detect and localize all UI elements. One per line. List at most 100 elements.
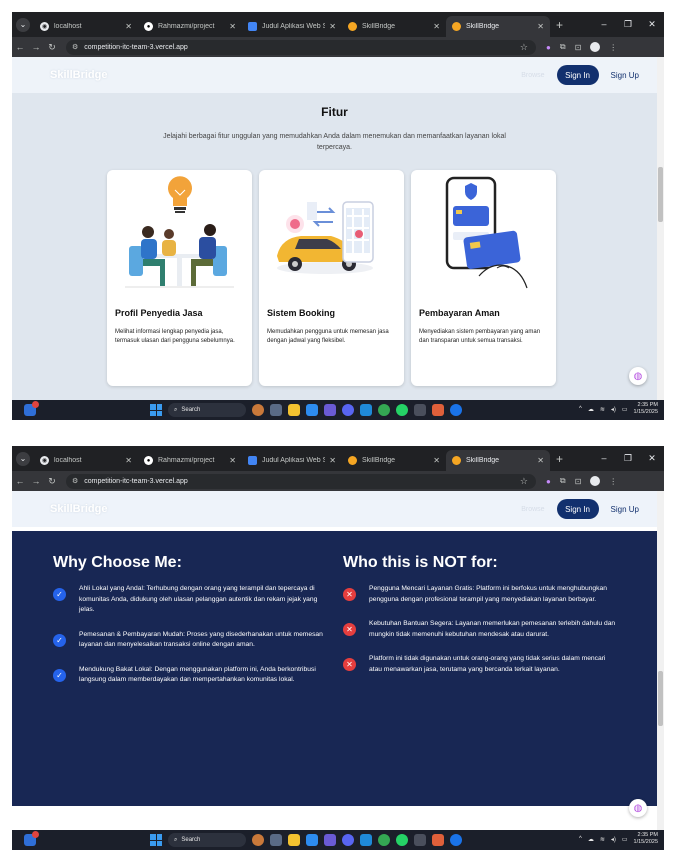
- minimize-icon[interactable]: –: [592, 19, 616, 30]
- assistant-fab[interactable]: ◍: [629, 367, 647, 385]
- sign-up-link[interactable]: Sign Up: [611, 505, 639, 514]
- close-icon[interactable]: ✕: [229, 22, 236, 31]
- browser-tab[interactable]: Judul Aplikasi Web Skill ✕: [242, 16, 342, 37]
- taskbar-clock[interactable]: 2:35 PM 1/15/2025: [634, 402, 658, 416]
- copilot-icon[interactable]: [252, 834, 264, 846]
- cloud-icon[interactable]: ☁: [588, 836, 594, 843]
- minimize-icon[interactable]: –: [592, 453, 616, 464]
- browser-tab[interactable]: ◉ localhost ✕: [34, 450, 138, 471]
- close-icon[interactable]: ✕: [329, 456, 336, 465]
- file-explorer-icon[interactable]: [288, 404, 300, 416]
- copilot-icon[interactable]: [252, 404, 264, 416]
- scrollbar-thumb[interactable]: [658, 167, 663, 222]
- new-tab-button[interactable]: +: [550, 452, 569, 466]
- taskbar-search[interactable]: ⌕ Search: [168, 833, 246, 847]
- extension-icon[interactable]: ●: [546, 477, 551, 486]
- browser-tab[interactable]: ● Rahmazmi/project ✕: [138, 450, 242, 471]
- browser-tab[interactable]: ◉ localhost ✕: [34, 16, 138, 37]
- reload-icon[interactable]: ↻: [44, 42, 60, 53]
- cast-icon[interactable]: ⊡: [575, 43, 582, 52]
- page-scrollbar[interactable]: [657, 491, 664, 830]
- url-input[interactable]: ⚙ competition-itc-team-3.vercel.app ☆: [66, 473, 536, 489]
- tab-search-button[interactable]: ⌄: [12, 446, 34, 471]
- browser-tab[interactable]: SkillBridge ✕: [342, 16, 446, 37]
- nav-link-browse[interactable]: Browse: [521, 506, 544, 513]
- teams-icon[interactable]: [324, 834, 336, 846]
- whatsapp-icon[interactable]: [396, 834, 408, 846]
- brand-logo[interactable]: SkillBridge: [50, 69, 107, 81]
- wifi-icon[interactable]: ≋: [600, 406, 605, 413]
- app-icon[interactable]: [432, 404, 444, 416]
- volume-icon[interactable]: ◂): [611, 836, 616, 843]
- extension-icon[interactable]: ●: [546, 43, 551, 52]
- reload-icon[interactable]: ↻: [44, 476, 60, 487]
- whatsapp-icon[interactable]: [396, 404, 408, 416]
- edge-icon[interactable]: [306, 834, 318, 846]
- close-icon[interactable]: ✕: [229, 456, 236, 465]
- file-explorer-icon[interactable]: [288, 834, 300, 846]
- more-menu-icon[interactable]: ⋮: [609, 477, 617, 486]
- more-menu-icon[interactable]: ⋮: [609, 43, 617, 52]
- battery-icon[interactable]: ▭: [622, 836, 628, 843]
- vscode-icon[interactable]: [360, 404, 372, 416]
- terminal-icon[interactable]: [414, 404, 426, 416]
- close-icon[interactable]: ✕: [537, 22, 544, 31]
- task-view-icon[interactable]: [270, 404, 282, 416]
- widgets-icon[interactable]: [24, 401, 39, 416]
- close-icon[interactable]: ✕: [537, 456, 544, 465]
- chevron-up-icon[interactable]: ^: [579, 406, 582, 412]
- browser-icon[interactable]: [450, 834, 462, 846]
- sign-up-link[interactable]: Sign Up: [611, 71, 639, 80]
- page-scrollbar[interactable]: [657, 57, 664, 400]
- profile-avatar[interactable]: [590, 476, 601, 486]
- profile-avatar[interactable]: [590, 42, 601, 52]
- browser-tab[interactable]: Judul Aplikasi Web Skill ✕: [242, 450, 342, 471]
- volume-icon[interactable]: ◂): [611, 406, 616, 413]
- close-icon[interactable]: ✕: [433, 22, 440, 31]
- app-icon[interactable]: [432, 834, 444, 846]
- puzzle-icon[interactable]: ⧉: [560, 476, 566, 486]
- sign-in-button[interactable]: Sign In: [556, 65, 599, 85]
- widgets-icon[interactable]: [24, 831, 39, 846]
- sign-in-button[interactable]: Sign In: [556, 499, 599, 519]
- url-input[interactable]: ⚙ competition-itc-team-3.vercel.app ☆: [66, 39, 536, 55]
- back-icon[interactable]: ←: [12, 476, 28, 486]
- discord-icon[interactable]: [342, 834, 354, 846]
- browser-tab[interactable]: SkillBridge ✕: [342, 450, 446, 471]
- close-icon[interactable]: ✕: [640, 453, 664, 464]
- battery-icon[interactable]: ▭: [622, 406, 628, 413]
- new-tab-button[interactable]: +: [550, 18, 569, 32]
- forward-icon[interactable]: →: [28, 476, 44, 486]
- terminal-icon[interactable]: [414, 834, 426, 846]
- assistant-fab[interactable]: ◍: [629, 799, 647, 817]
- edge-icon[interactable]: [306, 404, 318, 416]
- back-icon[interactable]: ←: [12, 42, 28, 52]
- discord-icon[interactable]: [342, 404, 354, 416]
- browser-tab[interactable]: ● Rahmazmi/project ✕: [138, 16, 242, 37]
- brand-logo[interactable]: SkillBridge: [50, 503, 107, 515]
- chrome-icon[interactable]: [378, 834, 390, 846]
- bookmark-star-icon[interactable]: ☆: [520, 476, 528, 487]
- restore-icon[interactable]: ❐: [616, 19, 640, 30]
- task-view-icon[interactable]: [270, 834, 282, 846]
- taskbar-clock[interactable]: 2:35 PM 1/15/2025: [634, 832, 658, 846]
- bookmark-star-icon[interactable]: ☆: [520, 42, 528, 53]
- teams-icon[interactable]: [324, 404, 336, 416]
- windows-start-icon[interactable]: [150, 834, 162, 846]
- browser-tab-active[interactable]: SkillBridge ✕: [446, 450, 550, 471]
- browser-tab-active[interactable]: SkillBridge ✕: [446, 16, 550, 37]
- cloud-icon[interactable]: ☁: [588, 406, 594, 413]
- taskbar-search[interactable]: ⌕ Search: [168, 403, 246, 417]
- windows-start-icon[interactable]: [150, 404, 162, 416]
- tab-search-button[interactable]: ⌄: [12, 12, 34, 37]
- wifi-icon[interactable]: ≋: [600, 836, 605, 843]
- restore-icon[interactable]: ❐: [616, 453, 640, 464]
- vscode-icon[interactable]: [360, 834, 372, 846]
- site-info-icon[interactable]: ⚙: [72, 43, 78, 51]
- nav-link-browse[interactable]: Browse: [521, 72, 544, 79]
- cast-icon[interactable]: ⊡: [575, 477, 582, 486]
- forward-icon[interactable]: →: [28, 42, 44, 52]
- chevron-up-icon[interactable]: ^: [579, 836, 582, 842]
- close-icon[interactable]: ✕: [640, 19, 664, 30]
- puzzle-icon[interactable]: ⧉: [560, 42, 566, 52]
